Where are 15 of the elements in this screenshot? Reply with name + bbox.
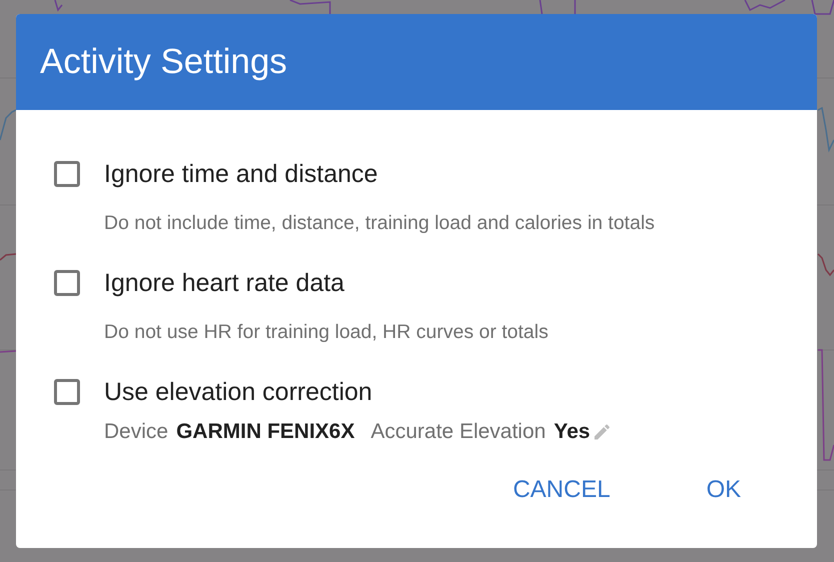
checkbox[interactable] [54, 270, 80, 296]
option-label[interactable]: Ignore heart rate data [104, 268, 344, 298]
option-description: Do not use HR for training load, HR curves or totals [104, 321, 550, 344]
checkbox[interactable] [54, 379, 80, 405]
option-label[interactable]: Use elevation correction [104, 378, 372, 406]
option-label[interactable]: Ignore time and distance [104, 160, 378, 188]
dialog-button[interactable]: OK [698, 472, 749, 508]
field-value: Yes [554, 420, 590, 444]
field-label: Accurate Elevation [370, 420, 546, 444]
option-description: Do not include time, distance, training load and calories in totals [104, 212, 656, 235]
dialog-title: Activity Settings [40, 42, 288, 82]
checkbox[interactable] [54, 161, 80, 187]
dialog-button[interactable]: CANCEL [504, 472, 618, 508]
field-value: GARMIN FENIX6X [176, 420, 355, 444]
field-label: Device [104, 420, 168, 444]
